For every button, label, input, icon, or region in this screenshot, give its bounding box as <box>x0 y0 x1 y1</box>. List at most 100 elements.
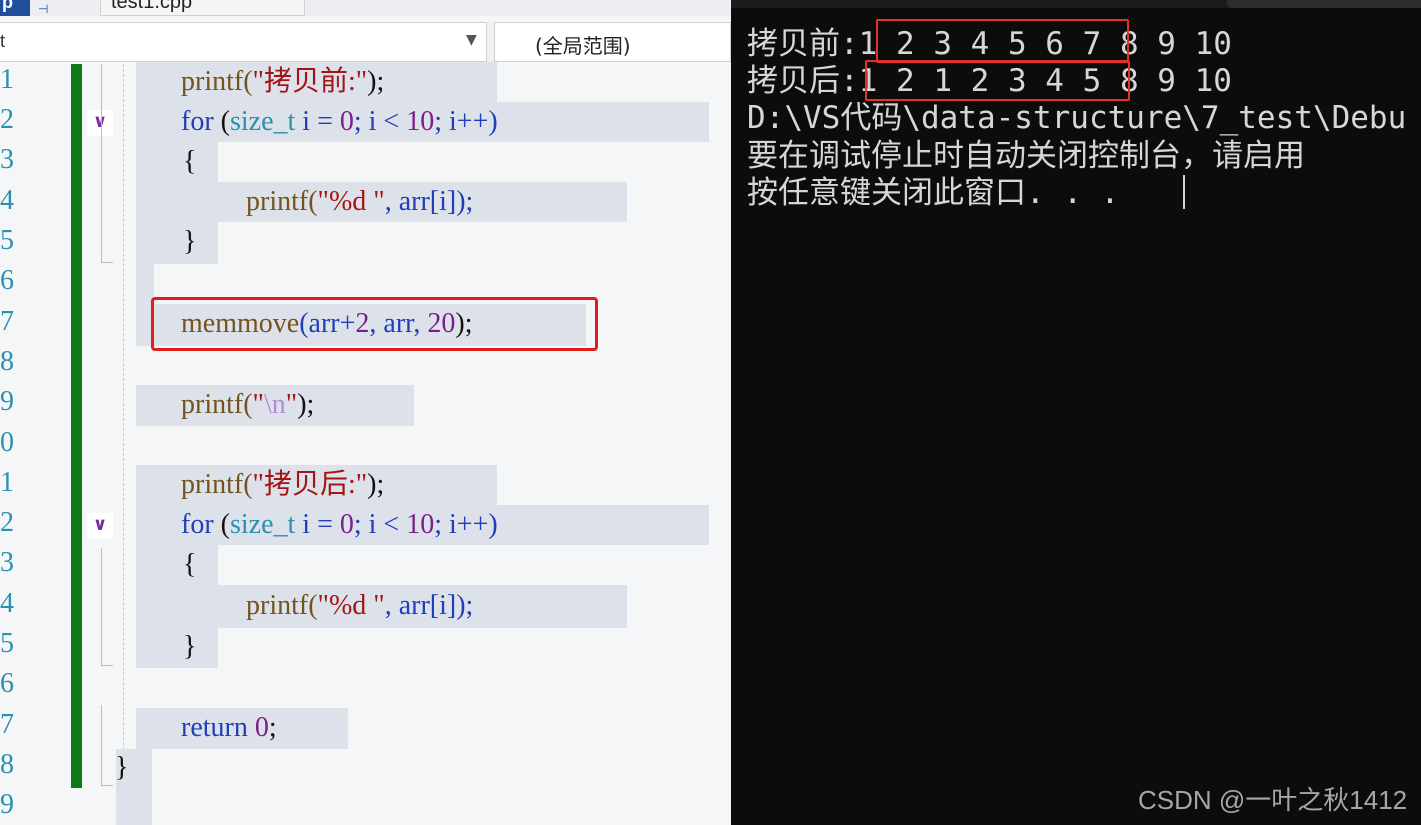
console-tab[interactable] <box>1227 0 1421 8</box>
code-line-main-close: } <box>115 752 129 783</box>
line-number: 6 <box>0 265 14 296</box>
scope-guide <box>101 64 102 262</box>
highlight-box-before <box>876 19 1129 63</box>
code-token: 10 <box>406 106 435 137</box>
code-token: printf( <box>246 590 318 621</box>
code-token: size_t <box>229 106 296 137</box>
change-indicator-bar <box>71 64 82 788</box>
line-highlight <box>136 628 218 668</box>
code-token: "%d " <box>317 186 385 217</box>
code-token: ; i < <box>353 106 407 137</box>
line-number: 4 <box>0 588 14 619</box>
scope-dropdown-value: (全局范围) <box>535 34 631 58</box>
console-line-debug-hint: 要在调试停止时自动关闭控制台，请启用 <box>747 138 1305 174</box>
line-number: 1 <box>0 467 14 498</box>
line-number: 6 <box>0 668 14 699</box>
scope-guide <box>101 548 102 665</box>
line-number: 2 <box>0 104 14 135</box>
fold-toggle-icon[interactable]: ∨ <box>87 110 113 136</box>
code-token: \n <box>263 389 286 420</box>
line-number: 4 <box>0 185 14 216</box>
console-text: 拷贝前: <box>747 26 859 62</box>
project-dropdown[interactable]: t ▼ <box>0 22 487 62</box>
highlight-box-memmove <box>151 297 598 351</box>
line-number: 5 <box>0 628 14 659</box>
code-line-printf-newline: printf("\n"); <box>181 385 314 425</box>
line-number: 1 <box>0 64 14 95</box>
tab-test1-cpp[interactable]: test1.cpp <box>100 0 305 16</box>
line-number: 7 <box>0 709 14 740</box>
code-area[interactable]: 1 2 3 4 5 6 7 8 9 0 1 2 3 4 5 6 7 8 9 <box>0 62 731 825</box>
code-token: "%d " <box>317 590 385 621</box>
code-token: " <box>285 389 298 420</box>
console-line-path: D:\VS代码\data-structure\7_test\Debu <box>747 100 1407 136</box>
console-window[interactable]: 拷贝前:1 2 3 4 5 6 7 8 9 10 拷贝后:1 2 1 2 3 4… <box>731 0 1421 825</box>
code-token: , arr[i]); <box>384 186 474 217</box>
code-token: 0 <box>339 106 354 137</box>
code-token: printf( <box>181 389 253 420</box>
code-line-printf-after: printf("拷贝后:"); <box>181 465 384 505</box>
code-token: "拷贝后:" <box>252 469 368 500</box>
console-line-press-key: 按任意键关闭此窗口. . . <box>747 175 1120 211</box>
code-token: , arr[i]); <box>384 590 474 621</box>
pin-icon[interactable]: ⊣ <box>38 2 48 16</box>
console-cursor <box>1183 175 1185 209</box>
line-number: 5 <box>0 225 14 256</box>
line-number: 7 <box>0 306 14 337</box>
highlight-box-after <box>865 60 1130 101</box>
code-token: return <box>181 712 248 743</box>
line-number: 8 <box>0 346 14 377</box>
code-line-printf-item: printf("%d ", arr[i]); <box>246 182 473 222</box>
scope-guide <box>101 705 102 785</box>
code-token: ; <box>268 712 277 743</box>
project-dropdown-value: t <box>0 31 6 51</box>
code-line-brace-open: { <box>183 146 197 177</box>
code-token: ); <box>297 389 315 420</box>
code-line-return: return 0; <box>181 708 277 748</box>
fold-toggle-icon[interactable]: ∨ <box>87 513 113 539</box>
code-line-brace-open: { <box>183 549 197 580</box>
line-highlight <box>136 545 218 585</box>
code-line-for-loop: for (size_t i = 0; i < 10; i++) <box>181 505 498 545</box>
line-highlight <box>136 142 218 182</box>
code-token: "拷贝前:" <box>252 66 368 97</box>
line-number: 9 <box>0 386 14 417</box>
code-token: 10 <box>406 509 435 540</box>
indent-guide <box>123 64 124 825</box>
code-token: ( <box>213 106 230 137</box>
code-token: printf( <box>181 66 253 97</box>
code-token: for <box>181 106 214 137</box>
code-token: ); <box>367 469 385 500</box>
scope-guide <box>101 262 113 263</box>
code-token: size_t <box>229 509 296 540</box>
code-line-brace-close: } <box>183 226 197 257</box>
scope-guide <box>101 665 113 666</box>
code-token: for <box>181 509 214 540</box>
chevron-down-icon[interactable]: ▼ <box>466 32 477 48</box>
code-token: 0 <box>254 712 269 743</box>
navigation-bar: t ▼ (全局范围) <box>0 22 731 62</box>
csdn-watermark: CSDN @一叶之秋1412 <box>1138 785 1408 815</box>
code-token: ; i < <box>353 509 407 540</box>
code-line-for-loop: for (size_t i = 0; i < 10; i++) <box>181 102 498 142</box>
line-highlight <box>116 788 152 825</box>
scope-dropdown[interactable]: (全局范围) <box>494 22 731 62</box>
code-editor[interactable]: p ⊣ test1.cpp t ▼ (全局范围) 1 2 3 4 5 6 7 8… <box>0 0 731 825</box>
code-token: ( <box>213 509 230 540</box>
code-token: " <box>252 389 264 420</box>
tab-partial[interactable]: p <box>0 0 30 16</box>
code-token: ; i++) <box>434 509 498 540</box>
code-token: i = <box>295 106 340 137</box>
code-token: ); <box>367 66 385 97</box>
line-number: 0 <box>0 427 14 458</box>
scope-guide <box>101 785 113 786</box>
code-token: ; i++) <box>434 106 498 137</box>
line-number: 8 <box>0 749 14 780</box>
line-number: 2 <box>0 507 14 538</box>
line-number: 9 <box>0 789 14 820</box>
code-token: printf( <box>181 469 253 500</box>
code-line-printf-before: printf("拷贝前:"); <box>181 62 384 102</box>
code-line-brace-close: } <box>183 631 197 662</box>
line-number: 3 <box>0 144 14 175</box>
